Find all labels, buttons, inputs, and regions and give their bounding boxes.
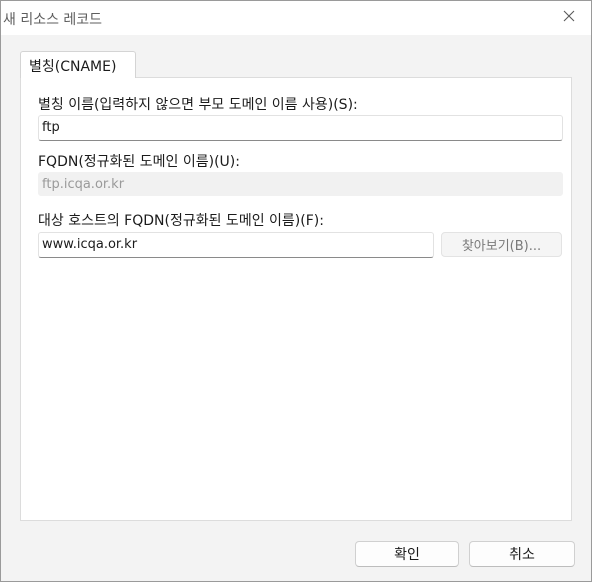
ok-button[interactable]: 확인 [355,541,459,567]
close-button[interactable] [547,1,591,35]
browse-button[interactable]: 찾아보기(B)... [441,232,562,257]
alias-name-input[interactable]: ftp [38,115,563,141]
target-host-label: 대상 호스트의 FQDN(정규화된 도메인 이름)(F): [38,213,324,229]
close-icon [563,10,575,26]
fqdn-label: FQDN(정규화된 도메인 이름)(U): [38,154,240,170]
title-bar: 새 리소스 레코드 [1,1,591,35]
tab-panel [20,77,572,521]
tab-cname[interactable]: 별칭(CNAME) [20,51,136,78]
fqdn-input: ftp.icqa.or.kr [38,172,563,196]
cancel-button[interactable]: 취소 [469,541,575,567]
window-title: 새 리소스 레코드 [3,12,103,28]
dialog-window: 새 리소스 레코드 별칭(CNAME) 별칭 이름(입력하지 않으면 부모 도메… [0,0,592,582]
alias-name-label: 별칭 이름(입력하지 않으면 부모 도메인 이름 사용)(S): [38,97,358,113]
target-host-input[interactable]: www.icqa.or.kr [38,232,434,258]
